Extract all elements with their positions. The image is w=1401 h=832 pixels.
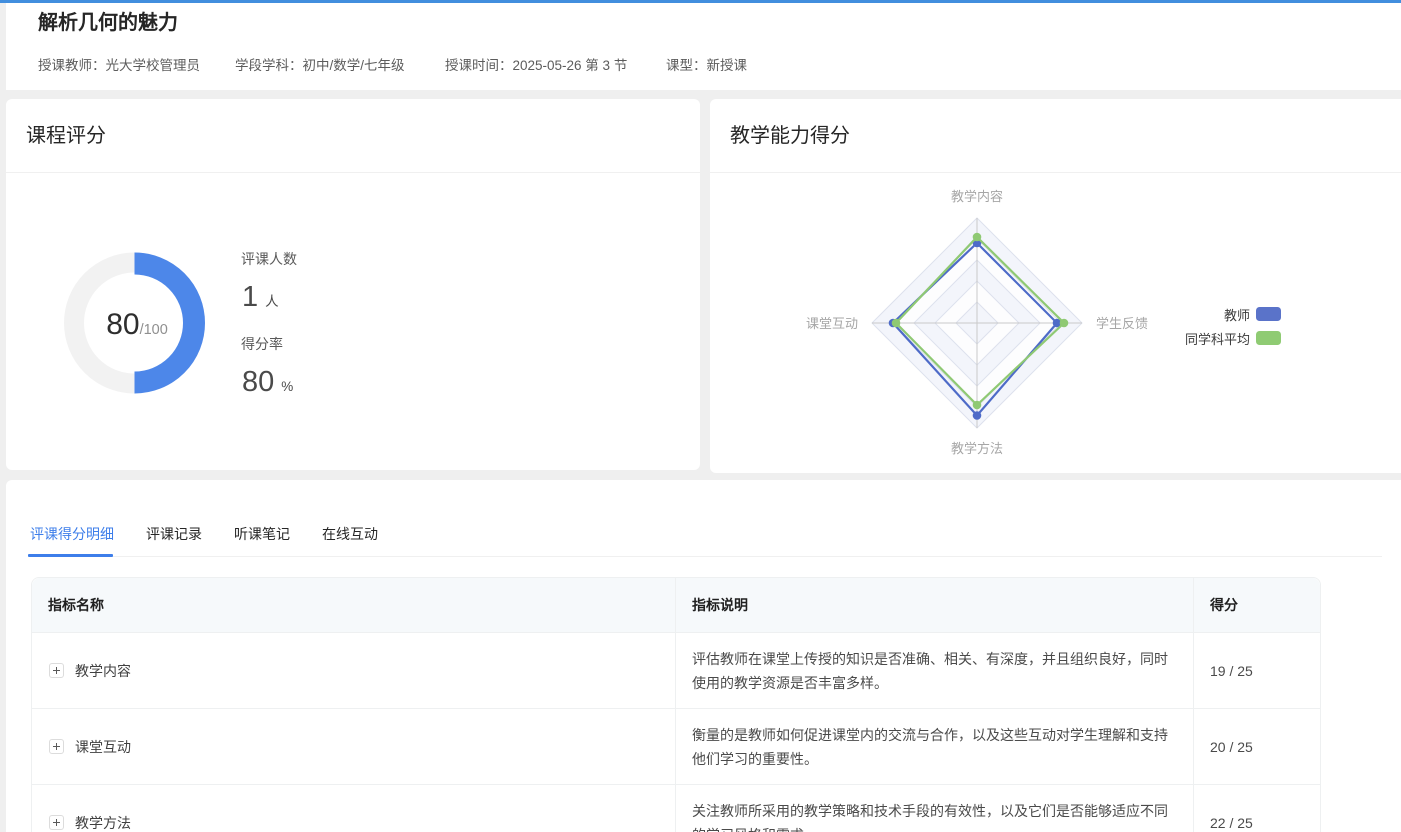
svg-text:教学方法: 教学方法 [951,441,1003,456]
svg-text:教学内容: 教学内容 [951,189,1003,204]
svg-text:课堂互动: 课堂互动 [806,316,858,331]
